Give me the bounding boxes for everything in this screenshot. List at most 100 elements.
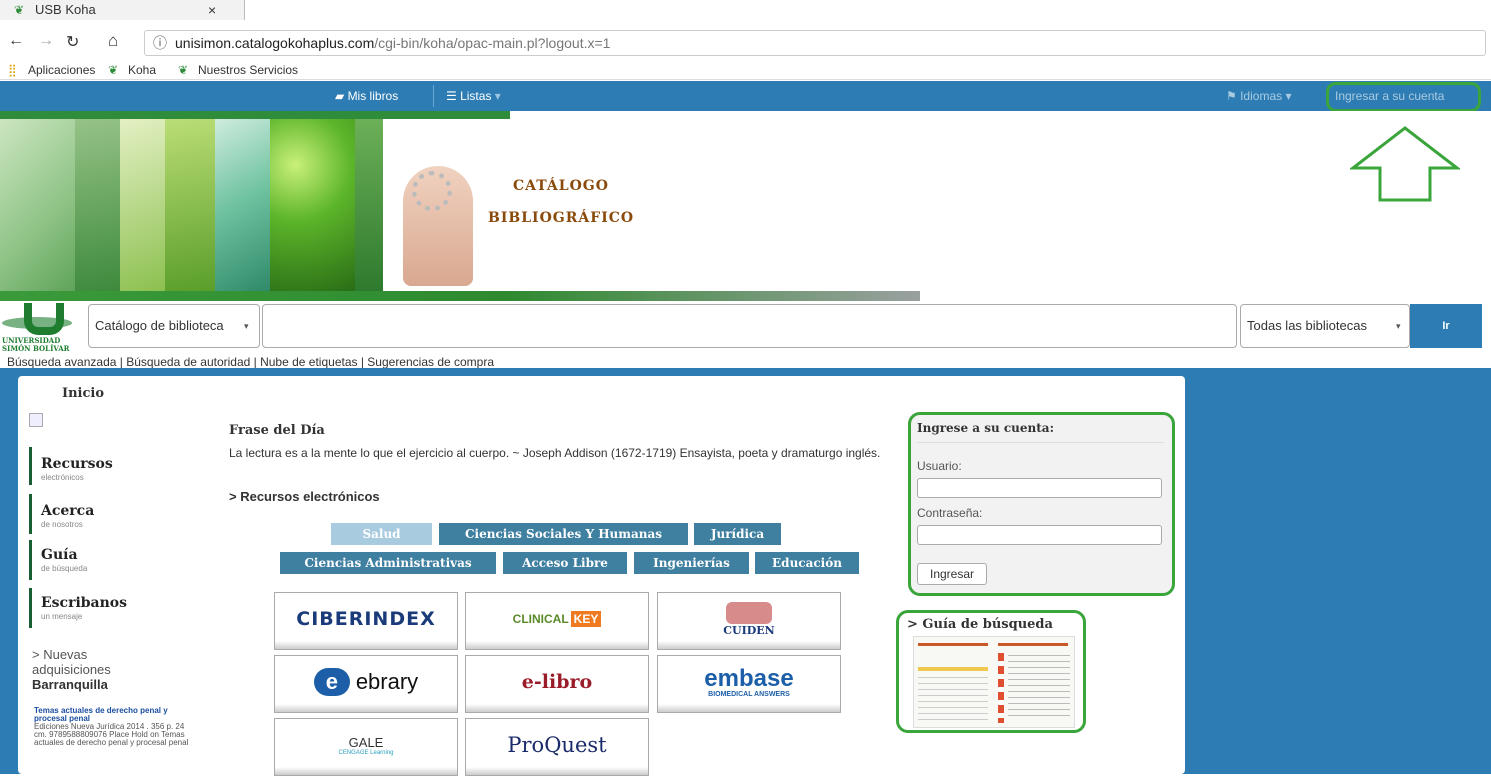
tile-ebrary[interactable]: e ebrary	[274, 655, 458, 713]
frase-del-dia-text: La lectura es a la mente lo que el ejerc…	[229, 446, 881, 460]
list-icon: ☰	[446, 89, 461, 103]
gale-sub: CENGAGE Learning	[338, 749, 394, 756]
library-select[interactable]: Todas las bibliotecas ▾	[1240, 304, 1410, 348]
login-title: Ingrese a su cuenta:	[917, 421, 1055, 435]
tag-ingenierias[interactable]: Ingenierías	[634, 552, 749, 574]
contrasena-input[interactable]	[917, 525, 1162, 545]
clinicalkey-key: KEY	[570, 611, 602, 627]
bookmark-services[interactable]: Nuestros Servicios	[198, 60, 298, 80]
gale-text: GALE	[348, 734, 384, 750]
tile-embase[interactable]: embase BIOMEDICAL ANSWERS	[657, 655, 841, 713]
idiomas-menu[interactable]: ⚑ Idiomas ▾	[1226, 81, 1291, 111]
new-book-entry: Temas actuales de derecho penal y proces…	[34, 707, 199, 773]
up-arrow-annotation-icon	[1350, 126, 1460, 202]
opac-navbar: ▰ Mis libros ☰ Listas ▾ ⚑ Idiomas ▾ Ingr…	[0, 81, 1491, 111]
infographic-text	[918, 677, 988, 721]
ingresar-button[interactable]: Ingresar	[917, 563, 987, 585]
listas-caret-icon: ▾	[491, 89, 501, 103]
mis-libros-link[interactable]: ▰ Mis libros	[335, 81, 398, 111]
listas-menu[interactable]: ☰ Listas ▾	[446, 81, 501, 111]
breadcrumb-inicio[interactable]: Inicio	[62, 386, 104, 401]
address-bar-row: ← → ↻ ⌂ ⓘ unisimon.catalogokohaplus.com/…	[0, 30, 1491, 56]
flag-icon: ⚑	[1226, 89, 1241, 103]
guia-busqueda-box: > Guía de búsqueda	[896, 610, 1086, 733]
banner-top-bar	[0, 111, 510, 119]
bookmark-apps[interactable]: Aplicaciones	[28, 60, 95, 80]
search-input[interactable]	[262, 304, 1237, 348]
sidebar-item-recursos[interactable]: Recursos electrónicos	[29, 447, 199, 485]
tile-clinicalkey[interactable]: CLINICAL KEY	[465, 592, 649, 650]
sidebar-item-sub: de búsqueda	[41, 564, 88, 573]
tile-shade	[275, 641, 457, 649]
infographic-line	[918, 643, 988, 646]
banner-strip-image	[75, 111, 120, 291]
guide-infographic-image[interactable]	[913, 636, 1075, 728]
infographic-text	[1008, 655, 1070, 721]
tag-juridica[interactable]: Jurídica	[694, 523, 781, 545]
tab-close-icon[interactable]: ×	[208, 0, 216, 20]
tag-acceso-libre[interactable]: Acceso Libre	[503, 552, 627, 574]
embase-text: embase	[704, 664, 794, 692]
tile-elibro[interactable]: e-libro	[465, 655, 649, 713]
tile-shade	[658, 641, 840, 649]
guia-title[interactable]: > Guía de búsqueda	[907, 617, 1053, 632]
tile-ciberindex[interactable]: CIBERINDEX	[274, 592, 458, 650]
tile-gale[interactable]: GALE CENGAGE Learning	[274, 718, 458, 776]
usuario-input[interactable]	[917, 478, 1162, 498]
tag-ciencias-administrativas[interactable]: Ciencias Administrativas	[280, 552, 496, 574]
ciberindex-logo: CIBERINDEX	[296, 608, 436, 630]
sidebar-item-sub: electrónicos	[41, 473, 84, 482]
sidebar-item-acerca[interactable]: Acerca de nosotros	[29, 494, 199, 534]
search-go-button[interactable]: Ir	[1410, 304, 1482, 348]
books-icon: ▰	[335, 89, 348, 103]
embase-sub: BIOMEDICAL ANSWERS	[708, 690, 790, 698]
library-select-value: Todas las bibliotecas	[1247, 318, 1367, 333]
ebrary-logo: e ebrary	[275, 656, 457, 708]
search-links[interactable]: Búsqueda avanzada | Búsqueda de autorida…	[7, 355, 494, 369]
url-host: unisimon.catalogokohaplus.com	[175, 35, 375, 51]
ebrary-text: ebrary	[355, 669, 419, 694]
sidebar-item-sub: un mensaje	[41, 612, 83, 621]
gale-logo: GALE CENGAGE Learning	[275, 719, 457, 771]
logo-text: UNIVERSIDAD SIMÓN BOLÍVAR	[2, 337, 70, 353]
logo-swoosh-icon	[2, 317, 72, 329]
tag-ciencias-sociales[interactable]: Ciencias Sociales Y Humanas	[439, 523, 688, 545]
tile-cuiden[interactable]: CUIDEN	[657, 592, 841, 650]
browser-tabstrip: ❦ USB Koha ×	[0, 0, 1491, 20]
idiomas-label: Idiomas	[1240, 89, 1283, 103]
forward-arrow-icon[interactable]: →	[38, 32, 54, 50]
banner-leaf-image	[0, 111, 75, 291]
services-bookmark-icon: ❦	[178, 63, 189, 77]
tag-salud[interactable]: Salud	[331, 523, 432, 545]
browser-tab[interactable]: ❦ USB Koha ×	[0, 0, 245, 20]
back-arrow-icon[interactable]: ←	[8, 32, 24, 50]
tile-shade	[658, 704, 840, 712]
elibro-logo: e-libro	[521, 671, 593, 693]
home-icon[interactable]: ⌂	[108, 31, 118, 51]
listas-label: Listas	[460, 89, 492, 103]
new-book-title[interactable]: Temas actuales de derecho penal y proces…	[34, 707, 199, 723]
reload-icon[interactable]: ↻	[66, 32, 79, 52]
banner-strip-image	[165, 111, 215, 291]
ebrary-e-icon: e	[313, 668, 350, 696]
navbar-divider	[433, 85, 434, 107]
bookmark-koha[interactable]: Koha	[128, 60, 156, 80]
sidebar-item-guia[interactable]: Guía de búsqueda	[29, 540, 199, 580]
infographic-steps	[998, 653, 1004, 723]
tag-educacion[interactable]: Educación	[755, 552, 859, 574]
tile-proquest[interactable]: ProQuest	[465, 718, 649, 776]
tab-title: USB Koha	[35, 2, 96, 17]
sidebar-item-escribanos[interactable]: Escribanos un mensaje	[29, 588, 199, 628]
infographic-line	[918, 667, 988, 671]
url-path: /cgi-bin/koha/opac-main.pl?logout.x=1	[374, 35, 611, 51]
catalog-select-value: Catálogo de biblioteca	[95, 318, 224, 333]
catalog-select[interactable]: Catálogo de biblioteca ▾	[88, 304, 260, 348]
sidebar-item-title: Escribanos	[41, 595, 128, 611]
contrasena-label: Contraseña:	[917, 506, 983, 520]
url-field[interactable]: ⓘ unisimon.catalogokohaplus.com/cgi-bin/…	[144, 30, 1486, 56]
new-book-details: Ediciones Nueva Jurídica 2014 . 356 p. 2…	[34, 722, 189, 747]
login-box: Ingrese a su cuenta: Usuario: Contraseña…	[908, 412, 1175, 596]
banner-apples-image	[270, 111, 355, 291]
login-divider	[917, 442, 1164, 443]
search-row: UNIVERSIDAD SIMÓN BOLÍVAR Catálogo de bi…	[0, 301, 1491, 355]
